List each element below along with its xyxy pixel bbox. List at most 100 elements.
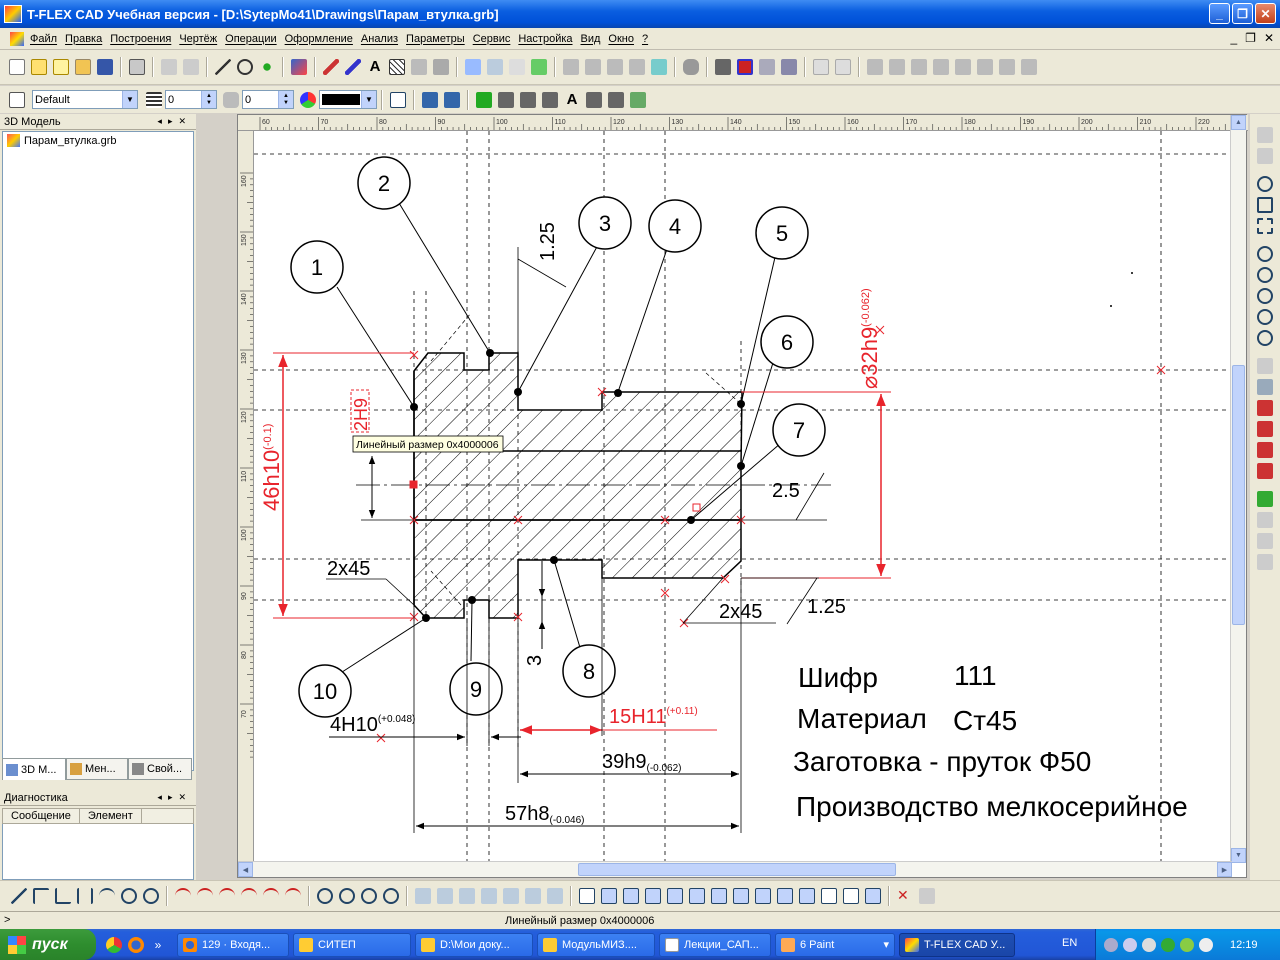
view-icon[interactable] <box>487 59 503 75</box>
tab-3d-model[interactable]: 3D М... <box>2 758 66 780</box>
zoom-out-icon[interactable] <box>1257 309 1273 325</box>
line-icon[interactable] <box>215 59 231 75</box>
snap-mode-2-icon[interactable] <box>1257 421 1273 437</box>
print-icon[interactable] <box>129 59 145 75</box>
dim-2x45-left[interactable]: 2x45 <box>326 558 415 606</box>
tool-parallel-icon[interactable] <box>77 888 93 904</box>
tool-cancel-icon[interactable]: ✕ <box>897 888 913 904</box>
menu-analysis[interactable]: Анализ <box>357 33 402 45</box>
new-icon[interactable] <box>9 59 25 75</box>
dimension-icon[interactable] <box>411 59 427 75</box>
tool-snap9-icon[interactable] <box>755 888 771 904</box>
chrome-icon[interactable] <box>106 936 122 953</box>
tool-circle4-icon[interactable] <box>361 888 377 904</box>
doc-minimize-button[interactable]: _ <box>1230 31 1237 45</box>
dim-3[interactable]: 3 <box>524 561 546 666</box>
tool-arc6-icon[interactable] <box>285 888 301 904</box>
menu-format[interactable]: Оформление <box>281 33 357 45</box>
op3d-1-icon[interactable] <box>563 59 579 75</box>
view-bottom-icon[interactable] <box>955 59 971 75</box>
menu-window[interactable]: Окно <box>604 33 638 45</box>
tool-node-circle-icon[interactable] <box>317 888 333 904</box>
param-icon[interactable] <box>1257 491 1273 507</box>
tool-snap12-icon[interactable] <box>821 888 837 904</box>
tool-gray-icon[interactable] <box>919 888 935 904</box>
document-icon[interactable] <box>10 31 24 46</box>
horizontal-scroll-thumb[interactable] <box>578 863 896 876</box>
tool-arc2-icon[interactable] <box>197 888 213 904</box>
check-icon[interactable] <box>1257 148 1273 164</box>
tool-circle-icon[interactable] <box>121 888 137 904</box>
task-mail[interactable]: 129 · Входя... <box>177 932 289 957</box>
col-message[interactable]: Сообщение <box>3 809 80 823</box>
copy-icon[interactable] <box>509 59 525 75</box>
minimize-button[interactable]: _ <box>1209 3 1230 24</box>
tool-arc4-icon[interactable] <box>241 888 257 904</box>
menu-file[interactable]: Файл <box>26 33 61 45</box>
zoom-prev-icon[interactable] <box>1257 267 1273 283</box>
language-indicator[interactable]: EN <box>1062 937 1077 949</box>
op3d-5-icon[interactable] <box>651 59 667 75</box>
scroll-up-button[interactable]: ▲ <box>1231 115 1246 130</box>
snap-text-icon[interactable]: A <box>564 91 580 108</box>
tool-arc1-icon[interactable] <box>175 888 191 904</box>
dim-57h8[interactable]: 57h8(-0.046) <box>413 605 739 833</box>
view-front-icon[interactable] <box>867 59 883 75</box>
start-button[interactable]: пуск <box>0 929 96 960</box>
close-button[interactable]: ✕ <box>1255 3 1276 24</box>
paperclip-icon[interactable] <box>683 59 699 75</box>
snap-edit-icon[interactable] <box>520 91 536 108</box>
tool-node7-icon[interactable] <box>547 888 563 904</box>
dim-15h11[interactable]: 15H11(+0.11) <box>520 578 717 736</box>
scroll-right-button[interactable]: ▶ <box>1217 862 1232 877</box>
snap-hatch-icon[interactable] <box>586 91 602 108</box>
tool-node3-icon[interactable] <box>459 888 475 904</box>
tool-circle5-icon[interactable] <box>383 888 399 904</box>
menu-operations[interactable]: Операции <box>221 33 280 45</box>
quicklaunch-more-icon[interactable]: » <box>150 937 166 953</box>
part-section[interactable] <box>413 352 743 619</box>
snap-line-icon[interactable] <box>498 91 514 108</box>
tray-icon-4[interactable] <box>1161 937 1175 952</box>
snap-all-icon[interactable] <box>630 91 646 108</box>
tool-node6-icon[interactable] <box>525 888 541 904</box>
graphic-line-icon[interactable] <box>323 59 339 75</box>
tree-item-file[interactable]: Парам_втулка.grb <box>3 132 193 149</box>
menu-view[interactable]: Вид <box>577 33 605 45</box>
view-right-icon[interactable] <box>933 59 949 75</box>
gray-1-icon[interactable] <box>1257 512 1273 528</box>
redo-icon[interactable] <box>183 59 199 75</box>
menu-drawing[interactable]: Чертёж <box>175 33 221 45</box>
window-1-icon[interactable] <box>813 59 829 75</box>
fragment-icon[interactable] <box>465 59 481 75</box>
vertical-scrollbar[interactable]: ▲ ▼ <box>1230 115 1246 863</box>
zoom-window-icon[interactable] <box>1257 197 1273 213</box>
doc-restore-button[interactable]: ❐ <box>1245 31 1256 45</box>
select-icon[interactable] <box>422 91 438 108</box>
tool-snap11-icon[interactable] <box>799 888 815 904</box>
col-element[interactable]: Элемент <box>80 809 142 823</box>
task-lectures[interactable]: Лекции_САП... <box>659 932 771 957</box>
window-2-icon[interactable] <box>835 59 851 75</box>
scroll-down-button[interactable]: ▼ <box>1231 848 1246 863</box>
snap-mode-1-icon[interactable] <box>1257 400 1273 416</box>
snap-dim-icon[interactable] <box>542 91 558 108</box>
text-icon[interactable]: A <box>367 59 383 75</box>
task-paint[interactable]: 6 Paint ▾ <box>775 932 895 957</box>
tool-angle-icon[interactable] <box>55 888 71 904</box>
filter-icon[interactable] <box>390 91 406 108</box>
snap-mode-4-icon[interactable] <box>1257 463 1273 479</box>
task-tflex[interactable]: T-FLEX CAD У... <box>899 932 1015 957</box>
view-3d-icon[interactable] <box>1021 59 1037 75</box>
tool-circle3-icon[interactable] <box>339 888 355 904</box>
tool-snap2-icon[interactable] <box>601 888 617 904</box>
calculator-icon[interactable] <box>715 59 731 75</box>
layer-field[interactable]: 0 ▲ ▼ <box>165 90 217 109</box>
tray-icon-5[interactable] <box>1180 937 1194 952</box>
zoom-in-icon[interactable] <box>1257 176 1273 192</box>
drawing-canvas[interactable]: 1 2 3 4 5 6 7 8 9 10 46h10(-0.1) ⌀32h9(-… <box>254 131 1232 861</box>
tab-properties[interactable]: Свой... <box>128 758 192 780</box>
gray-2-icon[interactable] <box>1257 533 1273 549</box>
open-icon[interactable] <box>75 59 91 75</box>
op3d-4-icon[interactable] <box>629 59 645 75</box>
